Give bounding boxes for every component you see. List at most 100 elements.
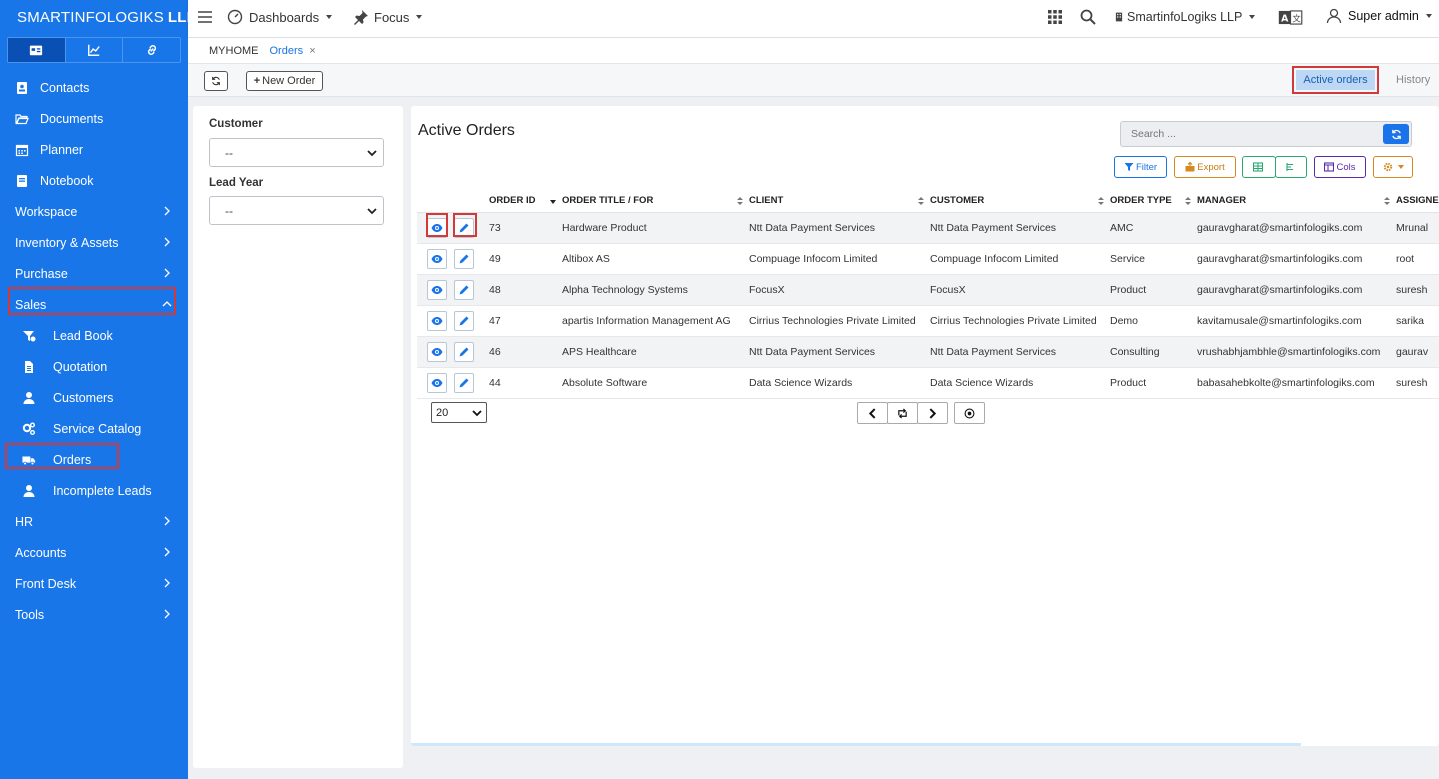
view-button[interactable] <box>427 248 447 269</box>
manager-cell: vrushabhjambhle@smartinfologiks.com <box>1197 336 1396 368</box>
table-row[interactable]: 46 APS Healthcare Ntt Data Payment Service… <box>417 336 1439 368</box>
customer-select-value: -- <box>225 145 233 160</box>
breadcrumb-tab-orders[interactable]: Orders × <box>270 45 316 57</box>
table-row[interactable]: 48 Alpha Technology Systems FocusX FocusX Pr… <box>417 274 1439 306</box>
sidebar-item-label: Customers <box>53 390 114 405</box>
active-orders-label: Active orders <box>1303 74 1368 86</box>
column-header-actions <box>417 190 489 213</box>
sidebar-item-notebook[interactable]: Notebook <box>0 165 188 196</box>
sidebar-item-documents[interactable]: Documents <box>0 103 188 134</box>
folder-open-icon <box>15 112 29 126</box>
view-button[interactable] <box>427 341 447 362</box>
menu-toggle-button[interactable] <box>197 9 213 25</box>
sidebar-item-planner[interactable]: Planner <box>0 134 188 165</box>
edit-button[interactable] <box>454 310 474 331</box>
sidebar-item-lead-book[interactable]: Lead Book <box>0 320 188 351</box>
breadcrumb-current: Orders <box>269 44 304 57</box>
orders-table: ORDER ID ORDER TITLE / FOR CLIENT CUSTOM… <box>417 190 1439 399</box>
company-selector[interactable]: SmartinfoLogiks LLP <box>1114 10 1256 24</box>
language-button[interactable]: A文 <box>1278 10 1304 25</box>
sort-desc-icon <box>550 200 556 204</box>
sidebar-item-customers[interactable]: Customers <box>0 382 188 413</box>
breadcrumb-home[interactable]: MYHOME <box>209 45 259 57</box>
refresh-icon <box>1391 129 1401 139</box>
view-button[interactable] <box>427 279 447 300</box>
table-row[interactable]: 44 Absolute Software Data Science Wizards D… <box>417 367 1439 399</box>
prev-page-button[interactable] <box>857 402 888 424</box>
row-actions-highlight-edit <box>453 213 477 237</box>
filter-button[interactable]: Filter <box>1114 156 1167 178</box>
sidebar-item-workspace[interactable]: Workspace <box>0 196 188 227</box>
reload-page-button[interactable] <box>887 402 918 424</box>
column-header-order-id[interactable]: ORDER ID <box>489 190 562 213</box>
column-header-label: ASSIGNED <box>1396 195 1439 207</box>
column-header-label: ORDER ID <box>489 195 536 207</box>
sidebar-tab-links[interactable] <box>123 38 180 62</box>
sidebar-item-quotation[interactable]: Quotation <box>0 351 188 382</box>
apps-grid-button[interactable] <box>1047 9 1063 25</box>
settings-dropdown-button[interactable] <box>1373 156 1413 178</box>
next-page-button[interactable] <box>917 402 948 424</box>
sidebar-item-contacts[interactable]: Contacts <box>0 72 188 103</box>
sidebar-item-hr[interactable]: HR <box>0 506 188 537</box>
customer-cell: Data Science Wizards <box>930 367 1110 399</box>
edit-button[interactable] <box>454 372 474 393</box>
table-row[interactable]: 47 apartis Information Management AG Cirri… <box>417 305 1439 337</box>
column-header-order-title[interactable]: ORDER TITLE / FOR <box>562 190 749 213</box>
lead-year-select[interactable]: -- <box>209 196 384 225</box>
sidebar-item-incomplete-leads[interactable]: Incomplete Leads <box>0 475 188 506</box>
tab-active-orders[interactable]: Active orders <box>1292 66 1379 94</box>
company-name: SmartinfoLogiks LLP <box>1127 10 1243 24</box>
dashboards-menu[interactable]: Dashboards <box>227 9 333 25</box>
user-menu[interactable]: Super admin <box>1326 8 1432 24</box>
sort-icon <box>918 197 924 205</box>
column-header-client[interactable]: CLIENT <box>749 190 930 213</box>
table-header-row: ORDER ID ORDER TITLE / FOR CLIENT CUSTOM… <box>417 190 1439 213</box>
new-order-button[interactable]: + New Order <box>246 71 323 91</box>
brand-logo[interactable]: SMARTINFOLOGIKS LLP <box>0 0 197 34</box>
tab-history[interactable]: History <box>1396 74 1430 86</box>
export-button[interactable]: Export <box>1174 156 1236 178</box>
client-cell: Compuage Infocom Limited <box>749 243 930 275</box>
view-button[interactable] <box>427 310 447 331</box>
link-icon <box>147 45 156 55</box>
orders-highlight <box>5 443 119 469</box>
table-row[interactable]: 49 Altibox AS Compuage Infocom Limited Comp… <box>417 243 1439 275</box>
pencil-icon <box>458 253 470 265</box>
edit-button[interactable] <box>454 248 474 269</box>
sidebar-item-accounts[interactable]: Accounts <box>0 537 188 568</box>
row-actions <box>417 336 489 368</box>
table-row[interactable]: 73 Hardware Product Ntt Data Payment Servi… <box>417 212 1439 244</box>
close-tab-icon[interactable]: × <box>309 45 315 57</box>
user-name: Super admin <box>1348 9 1419 23</box>
sidebar-item-front-desk[interactable]: Front Desk <box>0 568 188 599</box>
view-button[interactable] <box>427 372 447 393</box>
column-header-customer[interactable]: CUSTOMER <box>930 190 1110 213</box>
page-settings-button[interactable] <box>954 402 985 424</box>
columns-button[interactable]: Cols <box>1314 156 1366 178</box>
column-header-order-type[interactable]: ORDER TYPE <box>1110 190 1197 213</box>
sidebar-item-inventory-assets[interactable]: Inventory & Assets <box>0 227 188 258</box>
focus-menu[interactable]: Focus <box>353 9 423 25</box>
sidebar-tab-menu[interactable] <box>8 38 66 62</box>
list-view-button[interactable] <box>1275 156 1307 178</box>
customer-select[interactable]: -- <box>209 138 384 167</box>
sidebar-item-service-catalog[interactable]: Service Catalog <box>0 413 188 444</box>
search-button[interactable] <box>1080 9 1096 25</box>
retweet-icon <box>898 407 907 419</box>
page-size-select[interactable]: 20 <box>431 402 487 423</box>
hamburger-icon <box>198 11 212 23</box>
column-header-assigned[interactable]: ASSIGNED <box>1396 190 1439 213</box>
search-input[interactable] <box>1121 122 1383 146</box>
chevron-down-icon <box>367 208 377 215</box>
edit-button[interactable] <box>454 341 474 362</box>
edit-button[interactable] <box>454 279 474 300</box>
column-header-manager[interactable]: MANAGER <box>1197 190 1396 213</box>
refresh-button[interactable] <box>204 71 228 91</box>
grid-view-button[interactable] <box>1242 156 1276 178</box>
sidebar-item-tools[interactable]: Tools <box>0 599 188 630</box>
sidebar-tab-charts[interactable] <box>66 38 124 62</box>
sidebar-item-purchase[interactable]: Purchase <box>0 258 188 289</box>
pin-icon <box>354 10 368 25</box>
search-refresh-button[interactable] <box>1383 124 1409 144</box>
